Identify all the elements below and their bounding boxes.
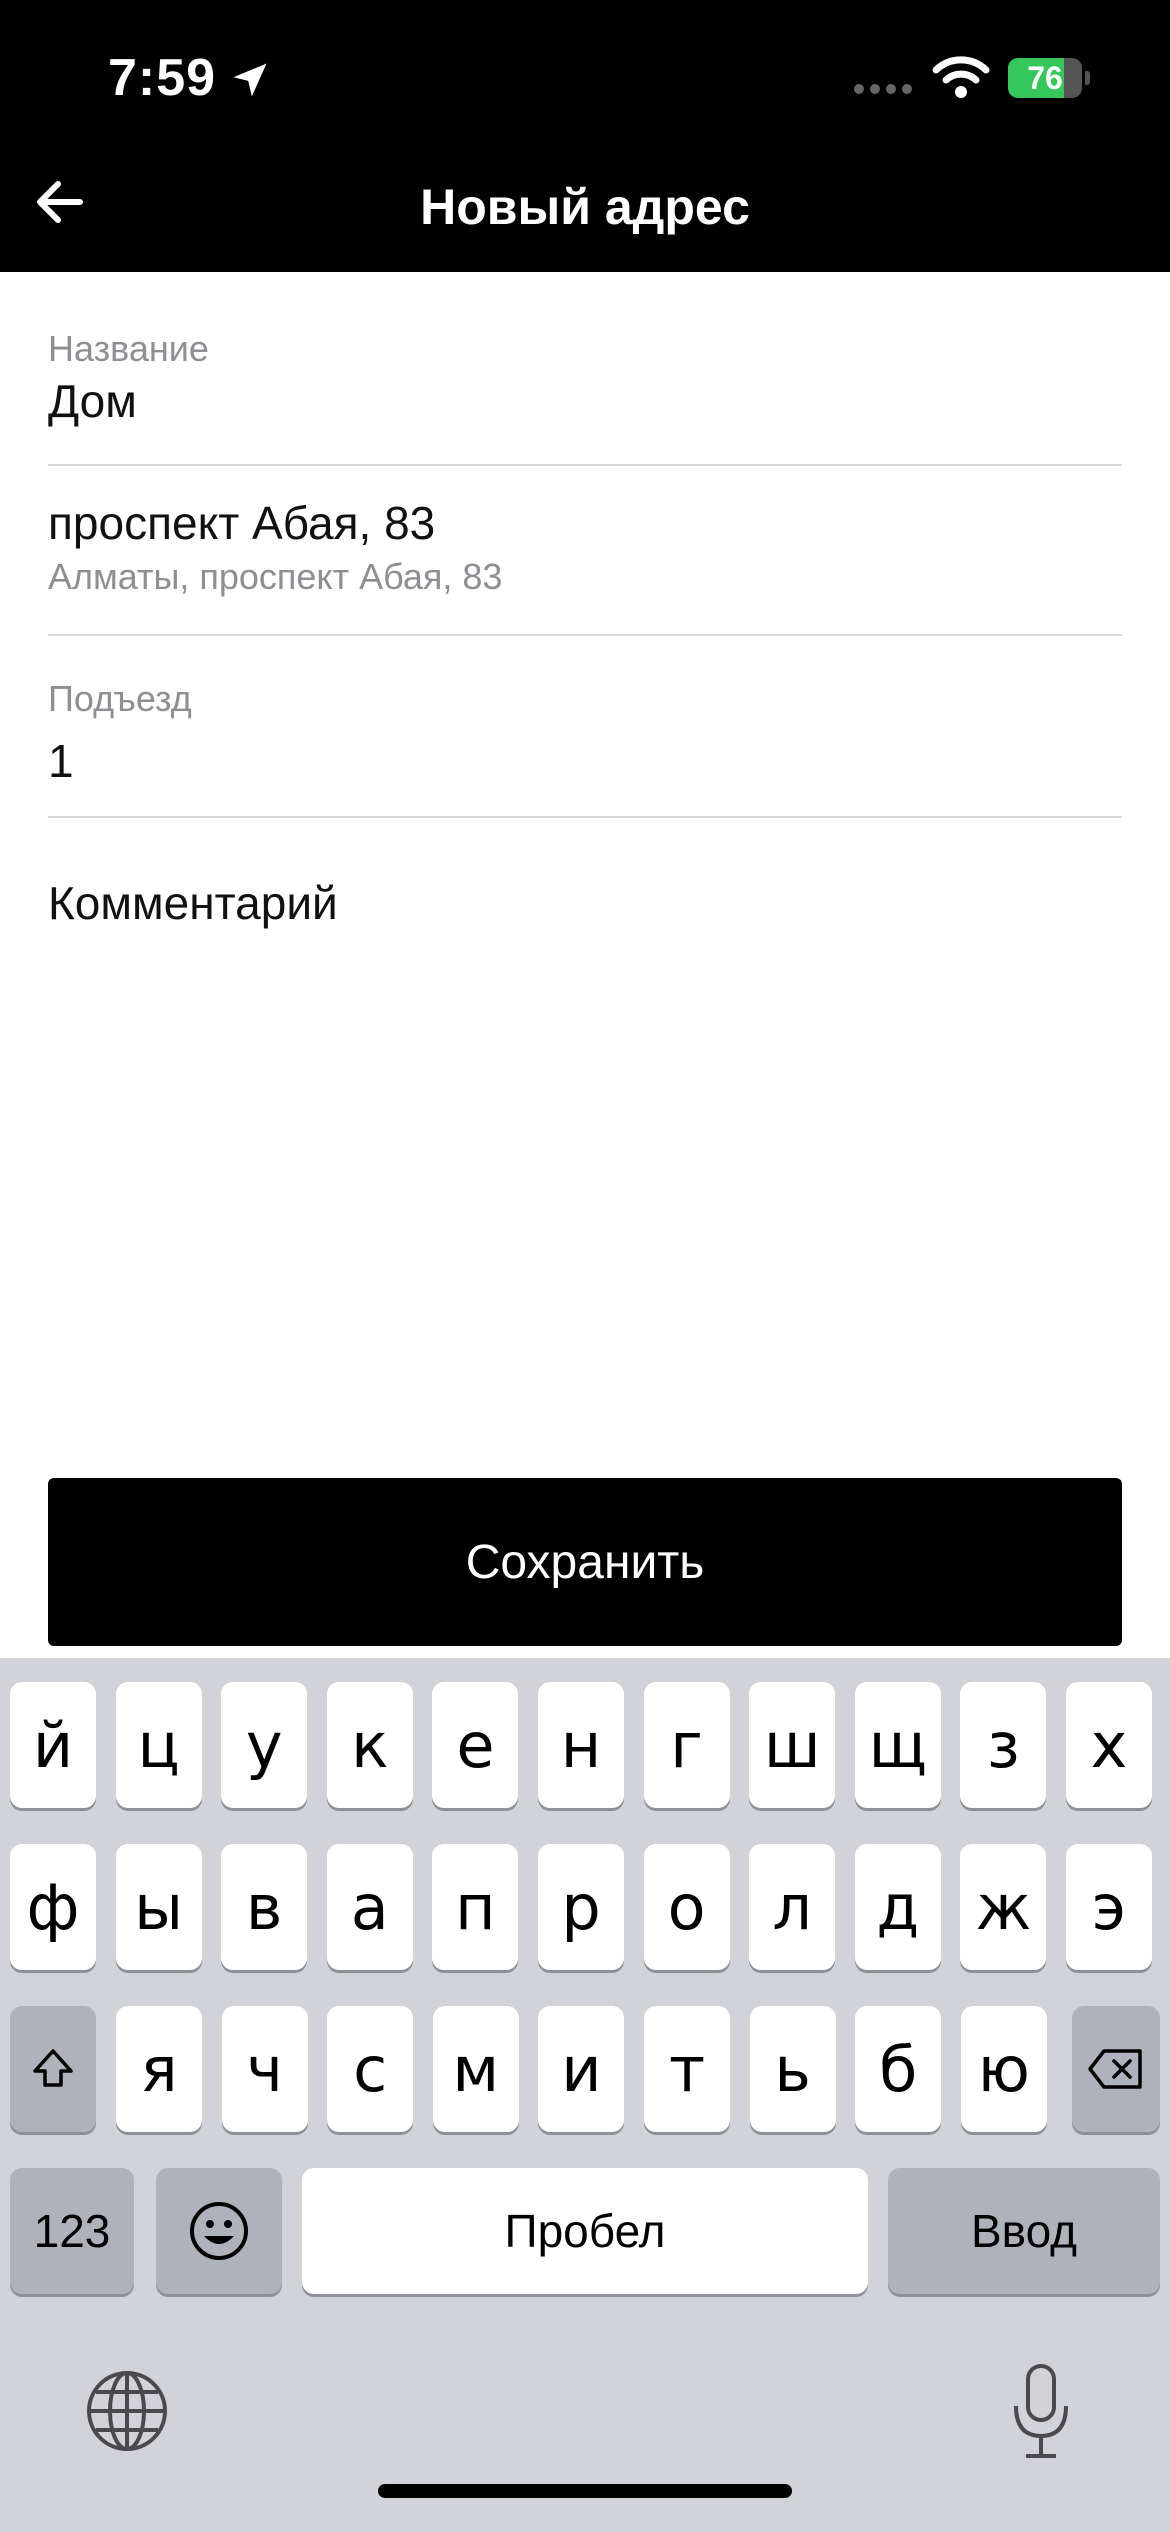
key-я[interactable]: я — [116, 2006, 202, 2132]
address-sub: Алматы, проспект Абая, 83 — [48, 556, 503, 597]
shift-key[interactable] — [10, 2006, 96, 2132]
key-а[interactable]: а — [326, 1844, 413, 1970]
key-д[interactable]: д — [854, 1844, 941, 1970]
backspace-icon — [1088, 2049, 1142, 2089]
name-value[interactable]: Дом — [48, 374, 137, 428]
key-н[interactable]: н — [538, 1682, 624, 1808]
key-щ[interactable]: щ — [854, 1682, 941, 1808]
microphone-icon[interactable] — [1006, 2362, 1076, 2462]
key-ц[interactable]: ц — [115, 1682, 202, 1808]
status-time: 7:59 — [108, 49, 217, 107]
key-п[interactable]: п — [432, 1844, 519, 1970]
key-ю[interactable]: ю — [960, 2006, 1047, 2132]
key-и[interactable]: и — [538, 2006, 625, 2132]
keyboard: йцукенгшщзх фывапролджэ ячсмитьбю 123 Пр… — [0, 1658, 1170, 2532]
name-label: Название — [48, 328, 209, 369]
key-б[interactable]: б — [855, 2006, 942, 2132]
key-в[interactable]: в — [221, 1844, 308, 1970]
name-field[interactable]: Название Дом — [48, 318, 1122, 466]
key-э[interactable]: э — [1066, 1844, 1152, 1970]
key-л[interactable]: л — [749, 1844, 836, 1970]
shift-icon — [33, 2049, 73, 2087]
cellular-signal-icon — [854, 84, 912, 94]
address-main: проспект Абая, 83 — [48, 497, 436, 549]
key-ж[interactable]: ж — [960, 1844, 1047, 1970]
key-г[interactable]: г — [643, 1682, 730, 1808]
key-з[interactable]: з — [960, 1682, 1047, 1808]
key-у[interactable]: у — [221, 1682, 308, 1808]
key-м[interactable]: м — [432, 2006, 519, 2132]
key-х[interactable]: х — [1066, 1682, 1152, 1808]
numbers-key[interactable]: 123 — [10, 2168, 134, 2294]
key-т[interactable]: т — [644, 2006, 730, 2132]
emoji-icon — [190, 2202, 248, 2260]
key-е[interactable]: е — [432, 1682, 519, 1808]
space-key[interactable]: Пробел — [302, 2168, 868, 2294]
key-ы[interactable]: ы — [115, 1844, 202, 1970]
location-arrow-icon — [233, 63, 267, 97]
key-с[interactable]: с — [327, 2006, 414, 2132]
key-ф[interactable]: ф — [10, 1844, 96, 1970]
entrance-value[interactable]: 1 — [48, 734, 74, 788]
page-title: Новый адрес — [420, 179, 750, 235]
backspace-key[interactable] — [1072, 2006, 1160, 2132]
key-ш[interactable]: ш — [749, 1682, 836, 1808]
address-field[interactable]: проспект Абая, 83 Алматы, проспект Абая,… — [48, 466, 1122, 636]
wifi-icon — [932, 56, 990, 98]
entrance-field[interactable]: Подъезд 1 — [48, 636, 1122, 818]
emoji-key[interactable] — [156, 2168, 282, 2294]
key-о[interactable]: о — [643, 1844, 730, 1970]
key-й[interactable]: й — [10, 1682, 96, 1808]
key-ь[interactable]: ь — [749, 2006, 836, 2132]
battery-indicator: 76 — [1008, 58, 1090, 98]
globe-icon[interactable] — [84, 2368, 170, 2454]
key-р[interactable]: р — [538, 1844, 624, 1970]
battery-percent: 76 — [1027, 60, 1063, 96]
save-button[interactable]: Сохранить — [48, 1478, 1122, 1646]
comment-input[interactable]: Комментарий — [48, 876, 338, 930]
key-к[interactable]: к — [326, 1682, 413, 1808]
return-key[interactable]: Ввод — [888, 2168, 1160, 2294]
entrance-label: Подъезд — [48, 678, 192, 719]
app-header: 7:59 76 Новый адрес — [0, 0, 1170, 272]
key-ч[interactable]: ч — [221, 2006, 308, 2132]
home-indicator — [378, 2484, 792, 2498]
